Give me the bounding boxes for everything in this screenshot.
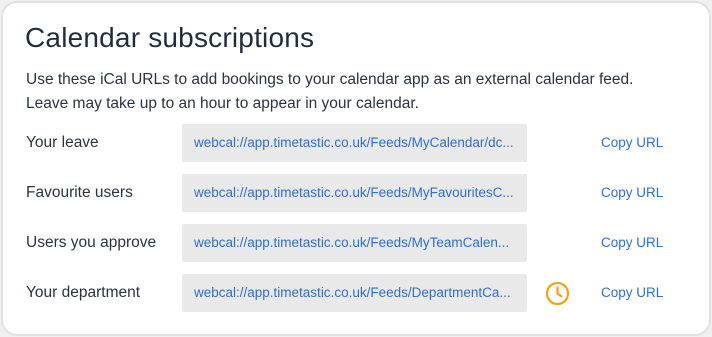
- copy-url-link[interactable]: Copy URL: [601, 285, 663, 300]
- clock-icon: [545, 281, 570, 306]
- description-line-1: Use these iCal URLs to add bookings to y…: [26, 71, 634, 88]
- subscription-label: Favourite users: [26, 184, 133, 201]
- subscription-url-field[interactable]: webcal://app.timetastic.co.uk/Feeds/MyCa…: [182, 124, 527, 162]
- panel-description: Use these iCal URLs to add bookings to y…: [26, 68, 696, 116]
- subscription-row-your-department: Your department webcal://app.timetastic.…: [3, 274, 709, 314]
- subscription-label: Your leave: [26, 134, 99, 151]
- panel-title: Calendar subscriptions: [25, 22, 315, 53]
- subscription-label: Your department: [26, 284, 141, 301]
- subscription-row-users-you-approve: Users you approve webcal://app.timetasti…: [3, 224, 709, 264]
- copy-url-link[interactable]: Copy URL: [601, 185, 663, 200]
- subscription-label: Users you approve: [26, 234, 157, 251]
- calendar-subscriptions-panel: Calendar subscriptions Use these iCal UR…: [1, 1, 711, 336]
- subscription-row-your-leave: Your leave webcal://app.timetastic.co.uk…: [3, 124, 709, 164]
- subscription-url-field[interactable]: webcal://app.timetastic.co.uk/Feeds/MyFa…: [182, 174, 527, 212]
- subscription-url-field[interactable]: webcal://app.timetastic.co.uk/Feeds/Depa…: [182, 274, 527, 312]
- copy-url-link[interactable]: Copy URL: [601, 235, 663, 250]
- subscription-url-field[interactable]: webcal://app.timetastic.co.uk/Feeds/MyTe…: [182, 224, 527, 262]
- subscription-row-favourite-users: Favourite users webcal://app.timetastic.…: [3, 174, 709, 214]
- description-line-2: Leave may take up to an hour to appear i…: [26, 95, 419, 112]
- copy-url-link[interactable]: Copy URL: [601, 135, 663, 150]
